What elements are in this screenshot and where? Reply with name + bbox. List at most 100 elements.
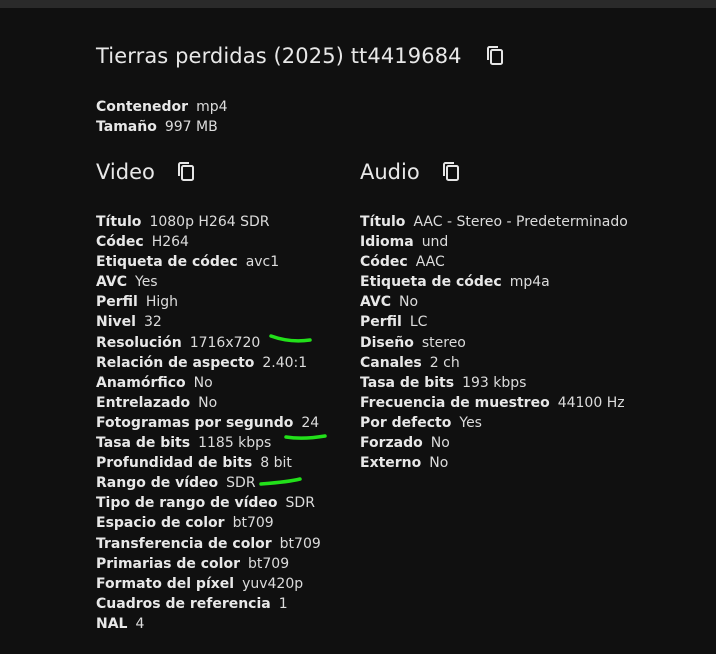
- property-label: Relación de aspecto: [96, 354, 255, 371]
- property-row: Forzado No: [360, 433, 628, 453]
- property-value: High: [145, 294, 179, 311]
- property-value: 8 bit: [260, 455, 292, 472]
- property-label: Tipo de rango de vídeo: [96, 495, 278, 512]
- property-value: 1185 kbps: [198, 435, 272, 452]
- copy-icon[interactable]: [440, 160, 462, 184]
- property-value: Yes: [135, 274, 158, 291]
- property-row: Resolución 1716x720: [96, 333, 321, 353]
- property-value: AAC - Stereo - Predeterminado: [413, 214, 628, 230]
- property-value: 193 kbps: [462, 374, 527, 391]
- video-properties: Título 1080p H264 SDR Códec H264 Etiqueta de…: [96, 212, 321, 634]
- property-row: Perfil LC: [360, 312, 628, 332]
- property-label: Formato del píxel: [96, 575, 235, 592]
- property-row: Nivel 32: [96, 312, 321, 332]
- property-value: stereo: [421, 334, 466, 351]
- property-label: AVC: [360, 294, 391, 311]
- property-label: Perfil: [360, 314, 402, 331]
- property-row: Primarias de color bt709: [96, 554, 321, 574]
- property-row: Etiqueta de códec avc1: [96, 252, 321, 272]
- property-row: Tasa de bits 193 kbps: [360, 373, 628, 393]
- property-label: Externo: [360, 455, 422, 472]
- property-label: Título: [96, 214, 142, 230]
- property-label: Entrelazado: [96, 394, 191, 411]
- property-value: SDR: [285, 495, 315, 512]
- property-value: und: [421, 234, 449, 251]
- property-value: AAC: [415, 254, 445, 271]
- property-value: avc1: [245, 254, 280, 271]
- property-label: Cuadros de referencia: [96, 595, 271, 612]
- property-label: Título: [360, 214, 406, 230]
- media-title: Tierras perdidas (2025) tt4419684: [96, 44, 462, 68]
- property-row: Por defecto Yes: [360, 413, 628, 433]
- property-label: Tasa de bits: [96, 435, 191, 452]
- property-value: 2 ch: [429, 354, 460, 371]
- property-label: Fotogramas por segundo: [96, 414, 294, 431]
- property-value: No: [193, 374, 213, 391]
- property-value: 4: [135, 615, 145, 632]
- property-value: SDR: [226, 475, 256, 492]
- property-label: Códec: [96, 234, 144, 251]
- property-row: Diseño stereo: [360, 333, 628, 353]
- property-row: Externo No: [360, 453, 628, 473]
- property-row: AVC Yes: [96, 272, 321, 292]
- video-heading: Video: [96, 160, 155, 184]
- property-row: AVC No: [360, 292, 628, 312]
- property-row: Tamaño 997 MB: [96, 117, 228, 137]
- property-label: NAL: [96, 615, 128, 632]
- property-value: No: [198, 394, 218, 411]
- media-title-row: Tierras perdidas (2025) tt4419684: [96, 44, 506, 68]
- audio-properties: Título AAC - Stereo - Predeterminado Idiom…: [360, 212, 628, 473]
- property-label: Nivel: [96, 314, 136, 331]
- property-row: Tasa de bits 1185 kbps: [96, 433, 321, 453]
- property-label: AVC: [96, 274, 127, 291]
- property-value: bt709: [279, 535, 321, 552]
- copy-icon[interactable]: [175, 160, 197, 184]
- property-value: Yes: [459, 414, 482, 431]
- property-row: Códec AAC: [360, 252, 628, 272]
- property-label: Contenedor: [96, 99, 189, 115]
- property-value: 44100 Hz: [557, 394, 625, 411]
- property-row: Códec H264: [96, 232, 321, 252]
- property-label: Etiqueta de códec: [96, 254, 238, 271]
- property-value: 1716x720: [189, 334, 261, 351]
- property-row: Título 1080p H264 SDR: [96, 212, 321, 232]
- property-row: NAL 4: [96, 614, 321, 634]
- property-value: No: [429, 455, 449, 472]
- property-row: Anamórfico No: [96, 373, 321, 393]
- property-value: mp4: [196, 99, 228, 115]
- property-label: Frecuencia de muestreo: [360, 394, 550, 411]
- property-label: Canales: [360, 354, 422, 371]
- property-value: 1080p H264 SDR: [149, 214, 270, 230]
- property-value: H264: [151, 234, 189, 251]
- property-value: 32: [143, 314, 162, 331]
- property-row: Frecuencia de muestreo 44100 Hz: [360, 393, 628, 413]
- property-value: LC: [409, 314, 428, 331]
- property-value: bt709: [232, 515, 274, 532]
- property-value: No: [430, 435, 450, 452]
- property-label: Anamórfico: [96, 374, 186, 391]
- property-label: Tasa de bits: [360, 374, 455, 391]
- property-row: Cuadros de referencia 1: [96, 594, 321, 614]
- property-label: Rango de vídeo: [96, 475, 219, 492]
- property-row: Formato del píxel yuv420p: [96, 574, 321, 594]
- copy-icon[interactable]: [484, 44, 506, 68]
- general-properties: Contenedor mp4 Tamaño 997 MB: [96, 97, 228, 137]
- property-value: 2.40:1: [262, 354, 308, 371]
- audio-section-header: Audio: [360, 160, 462, 184]
- video-section-header: Video: [96, 160, 197, 184]
- property-row: Idioma und: [360, 232, 628, 252]
- property-label: Tamaño: [96, 119, 157, 136]
- audio-heading: Audio: [360, 160, 420, 184]
- property-value: bt709: [248, 555, 290, 572]
- property-row: Título AAC - Stereo - Predeterminado: [360, 212, 628, 232]
- property-label: Forzado: [360, 435, 423, 452]
- property-row: Transferencia de color bt709: [96, 534, 321, 554]
- property-row: Perfil High: [96, 292, 321, 312]
- property-row: Contenedor mp4: [96, 97, 228, 117]
- property-row: Relación de aspecto 2.40:1: [96, 353, 321, 373]
- property-row: Fotogramas por segundo 24: [96, 413, 321, 433]
- property-label: Idioma: [360, 234, 414, 251]
- property-row: Rango de vídeo SDR: [96, 473, 321, 493]
- property-row: Etiqueta de códec mp4a: [360, 272, 628, 292]
- property-row: Entrelazado No: [96, 393, 321, 413]
